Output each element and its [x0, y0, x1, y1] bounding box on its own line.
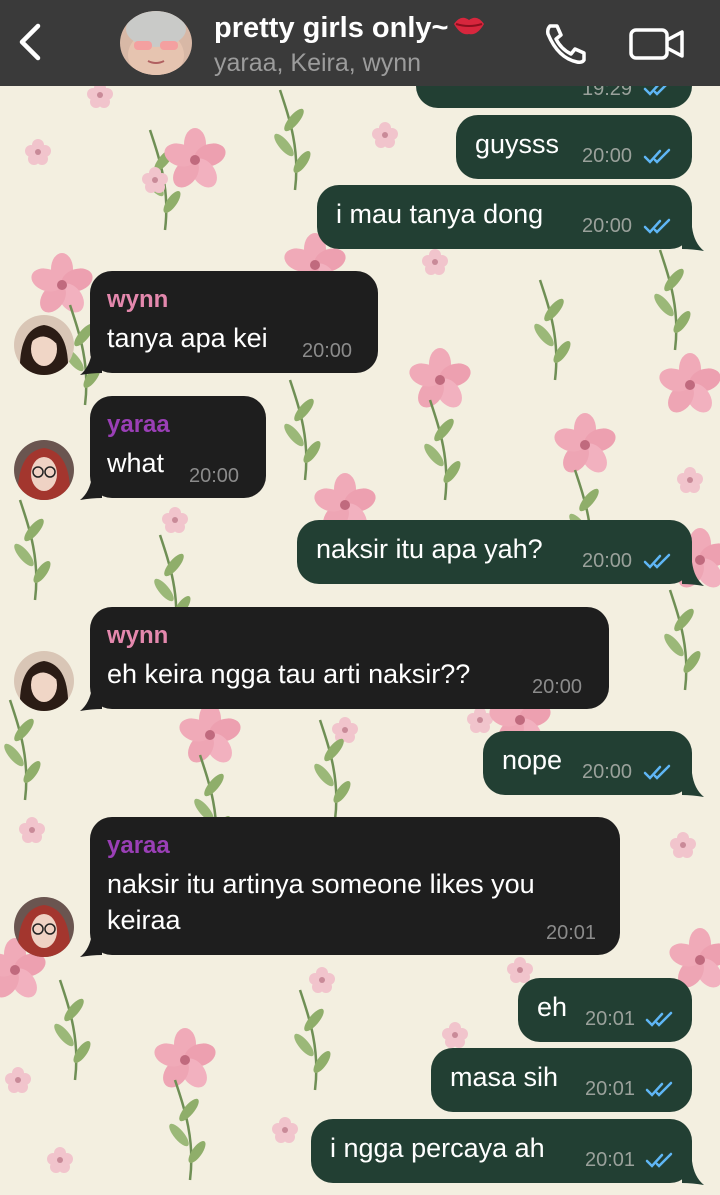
message-time: 20:00 — [582, 550, 633, 572]
read-receipt-icon — [643, 218, 671, 234]
wynn-avatar[interactable] — [14, 651, 74, 711]
read-receipt-icon — [645, 1152, 673, 1168]
message-text: naksir itu apa yah? — [316, 534, 543, 564]
message-list[interactable]: 19:29 guysss 20:00 i mau tanya dong 20:0… — [0, 86, 720, 1195]
video-call-button[interactable] — [628, 24, 686, 64]
message-time: 19:29 — [582, 86, 633, 100]
message-time: 20:01 — [585, 1008, 636, 1030]
sender-name[interactable]: wynn — [107, 286, 168, 314]
read-receipt-icon — [645, 1011, 673, 1027]
message-time: 20:00 — [582, 215, 633, 237]
yaraa-avatar[interactable] — [14, 897, 74, 957]
read-receipt-icon — [643, 148, 671, 164]
video-camera-icon — [629, 28, 684, 60]
voice-call-button[interactable] — [542, 22, 590, 64]
yaraa-avatar[interactable] — [14, 440, 74, 500]
message-time: 20:01 — [546, 922, 597, 944]
phone-icon — [546, 24, 586, 64]
back-button[interactable] — [12, 18, 48, 66]
message-text: i mau tanya dong — [336, 199, 544, 229]
message-text: tanya apa kei — [107, 323, 268, 353]
message-text-line-1: naksir itu artinya someone likes you — [107, 869, 535, 899]
message-text: what — [107, 448, 165, 478]
message-text: i ngga percaya ah — [330, 1133, 545, 1163]
sender-name[interactable]: yaraa — [107, 411, 170, 439]
lips-icon — [452, 12, 486, 46]
sender-name[interactable]: yaraa — [107, 832, 170, 860]
message-time: 20:00 — [532, 676, 583, 698]
chevron-left-icon — [19, 23, 41, 61]
message-time: 20:01 — [585, 1078, 636, 1100]
message-time: 20:00 — [582, 145, 633, 167]
wynn-avatar[interactable] — [14, 315, 74, 375]
message-time: 20:00 — [302, 340, 353, 362]
read-receipt-icon — [645, 1081, 673, 1097]
chat-header: pretty girls only~ yaraa, Keira, wynn — [0, 0, 720, 86]
message-text-line-2: keiraa — [107, 905, 181, 935]
read-receipt-icon — [643, 764, 671, 780]
message-text: masa sih — [450, 1062, 559, 1092]
message-text: guysss — [475, 129, 560, 159]
message-time: 20:00 — [189, 465, 240, 487]
group-avatar[interactable] — [120, 11, 192, 75]
read-receipt-icon — [643, 86, 667, 96]
message-time: 20:00 — [582, 761, 633, 783]
message-time: 20:01 — [585, 1149, 636, 1171]
group-title[interactable]: pretty girls only~ — [214, 12, 486, 46]
read-receipt-icon — [643, 553, 671, 569]
message-text: eh keira ngga tau arti naksir?? — [107, 659, 471, 689]
message-text: nope — [502, 745, 563, 775]
message-text: eh — [537, 992, 568, 1022]
group-members: yaraa, Keira, wynn — [214, 49, 422, 77]
sender-name[interactable]: wynn — [107, 622, 168, 650]
